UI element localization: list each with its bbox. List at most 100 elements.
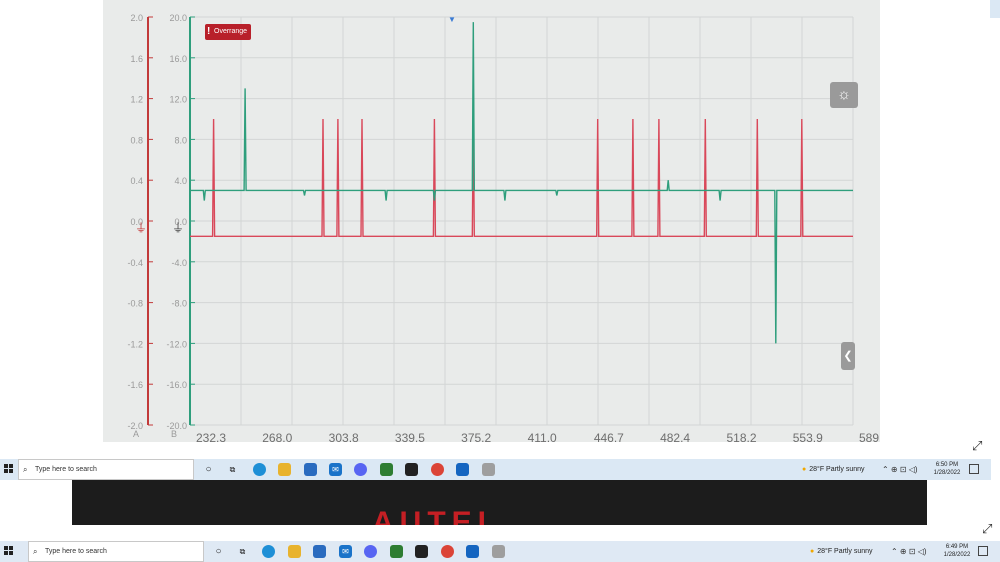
notification-icon[interactable] bbox=[969, 464, 979, 474]
weather-text: 28°F Partly sunny bbox=[809, 466, 865, 473]
axis-a-tick-label: -0.4 bbox=[127, 258, 143, 268]
x-tick-label: 411.0 bbox=[528, 431, 557, 442]
axis-b-tick-label: 4.0 bbox=[174, 176, 187, 186]
channel-b-unit: B bbox=[171, 429, 177, 439]
x-tick-label: 375.2 bbox=[461, 431, 491, 442]
search-placeholder-bottom: Type here to search bbox=[45, 548, 107, 555]
x-tick-label: 589.6 bbox=[859, 431, 880, 442]
cortana-icon[interactable]: ○ bbox=[202, 463, 215, 476]
discord-icon[interactable] bbox=[354, 463, 367, 476]
brightness-settings-button[interactable]: ☼ bbox=[830, 82, 858, 108]
search-input[interactable]: ⌕ Type here to search bbox=[18, 459, 194, 480]
file-explorer-icon[interactable] bbox=[288, 545, 301, 558]
search-icon: ⌕ bbox=[23, 465, 28, 474]
axis-a-tick-label: -1.2 bbox=[127, 339, 143, 349]
axis-b-tick-label: -8.0 bbox=[171, 299, 187, 309]
axis-b-tick-label: -16.0 bbox=[166, 380, 187, 390]
store-icon[interactable] bbox=[313, 545, 326, 558]
taskbar-bottom: ⌕ Type here to search ○ ⧉ ✉ ● 28°F Partly… bbox=[0, 541, 1000, 562]
axis-a-tick-label: 0.4 bbox=[130, 176, 143, 186]
chevron-left-icon: ❮ bbox=[843, 350, 853, 362]
axis-b-tick-label: -12.0 bbox=[166, 339, 187, 349]
axis-a-tick-label: 1.2 bbox=[130, 95, 143, 105]
photos-icon[interactable] bbox=[466, 545, 479, 558]
axis-a-tick-label: 1.6 bbox=[130, 54, 143, 64]
clock-date: 1/28/2022 bbox=[943, 552, 971, 558]
weather-widget[interactable]: ● 28°F Partly sunny bbox=[802, 459, 865, 480]
ground-b-icon: ⏚ bbox=[172, 221, 184, 235]
channel-a-waveform bbox=[190, 118, 853, 237]
x-tick-label: 303.8 bbox=[329, 431, 359, 442]
ground-a-icon: ⏚ bbox=[135, 221, 147, 235]
overrange-label: Overrange bbox=[214, 28, 248, 35]
axis-a-tick-label: 0.8 bbox=[130, 135, 143, 145]
file-explorer-icon[interactable] bbox=[278, 463, 291, 476]
trigger-marker-icon: ▼ bbox=[448, 15, 456, 24]
task-view-icon[interactable]: ⧉ bbox=[226, 463, 239, 476]
windows-start-icon[interactable] bbox=[4, 546, 14, 556]
brightness-settings-icon: ☼ bbox=[837, 86, 851, 103]
brand-logo: AUTEL bbox=[372, 506, 502, 525]
chrome-icon[interactable] bbox=[441, 545, 454, 558]
sun-icon: ● bbox=[802, 466, 807, 473]
axis-b-tick-label: 12.0 bbox=[169, 95, 187, 105]
sun-icon: ● bbox=[810, 548, 815, 555]
photos-icon[interactable] bbox=[456, 463, 469, 476]
app-icon[interactable] bbox=[415, 545, 428, 558]
weather-text: 28°F Partly sunny bbox=[817, 548, 873, 555]
store-icon[interactable] bbox=[304, 463, 317, 476]
clock[interactable]: 6:49 PM 1/28/2022 bbox=[940, 543, 974, 559]
taskbar-top: ⌕ Type here to search ○ ⧉ ✉ ● 28°F Partly… bbox=[0, 459, 991, 480]
expand-diagonal-icon[interactable]: ⤢ bbox=[972, 438, 982, 454]
discord-icon[interactable] bbox=[364, 545, 377, 558]
warning-icon: ! bbox=[207, 26, 211, 37]
axis-a-tick-label: -0.8 bbox=[127, 299, 143, 309]
device-photo-strip: AUTEL bbox=[72, 480, 927, 525]
x-tick-label: 339.5 bbox=[395, 431, 425, 442]
search-input-bottom[interactable]: ⌕ Type here to search bbox=[28, 541, 204, 562]
edge-browser-icon[interactable] bbox=[262, 545, 275, 558]
overrange-badge: ! Overrange bbox=[205, 24, 251, 40]
side-panel-handle[interactable]: ❮ bbox=[841, 342, 855, 370]
x-tick-label: 446.7 bbox=[594, 431, 624, 442]
xbox-icon[interactable] bbox=[380, 463, 393, 476]
pinned-app-icon[interactable] bbox=[482, 463, 495, 476]
xbox-icon[interactable] bbox=[390, 545, 403, 558]
x-tick-label: 232.3 bbox=[196, 431, 226, 442]
axis-a-tick-label: 2.0 bbox=[130, 13, 143, 23]
chrome-icon[interactable] bbox=[431, 463, 444, 476]
clock[interactable]: 6:50 PM 1/28/2022 bbox=[930, 461, 964, 477]
edge-browser-icon[interactable] bbox=[253, 463, 266, 476]
channel-a-unit: A bbox=[133, 429, 139, 439]
x-tick-label: 268.0 bbox=[262, 431, 292, 442]
pinned-app-icon[interactable] bbox=[492, 545, 505, 558]
axis-b-tick-label: 16.0 bbox=[169, 54, 187, 64]
screenshot-page: 2.0 1.6 1.2 0.8 0.4 0.0 -0.4 -0.8 -1.2 -1.6 -2.0 20… bbox=[0, 0, 1000, 562]
oscilloscope-view: 2.0 1.6 1.2 0.8 0.4 0.0 -0.4 -0.8 -1.2 -1.6 -2.0 20… bbox=[103, 0, 880, 442]
system-tray-icons[interactable]: ⌃ ⊕ ⊡ ◁) bbox=[882, 459, 918, 480]
cortana-icon[interactable]: ○ bbox=[212, 545, 225, 558]
x-tick-label: 518.2 bbox=[727, 431, 757, 442]
x-tick-label: 553.9 bbox=[793, 431, 823, 442]
axis-b-tick-label: -4.0 bbox=[171, 258, 187, 268]
mail-icon[interactable]: ✉ bbox=[329, 463, 342, 476]
scope-plot: 2.01.61.20.80.40.0-0.4-0.8-1.2-1.6-2.020… bbox=[127, 13, 880, 442]
search-placeholder: Type here to search bbox=[35, 466, 97, 473]
expand-diagonal-icon-2[interactable]: ⤢ bbox=[982, 521, 992, 537]
windows-start-icon[interactable] bbox=[4, 464, 14, 474]
x-tick-label: 482.4 bbox=[660, 431, 690, 442]
axis-a-tick-label: -1.6 bbox=[127, 380, 143, 390]
search-icon: ⌕ bbox=[33, 547, 38, 556]
app-icon[interactable] bbox=[405, 463, 418, 476]
task-view-icon[interactable]: ⧉ bbox=[236, 545, 249, 558]
axis-b-tick-label: 8.0 bbox=[174, 135, 187, 145]
system-tray-icons[interactable]: ⌃ ⊕ ⊡ ◁) bbox=[891, 541, 927, 562]
clock-time: 6:49 PM bbox=[945, 544, 969, 550]
notification-icon[interactable] bbox=[978, 546, 988, 556]
axis-b-tick-label: 20.0 bbox=[169, 13, 187, 23]
channel-b-waveform bbox=[190, 22, 853, 344]
mail-icon[interactable]: ✉ bbox=[339, 545, 352, 558]
clock-date: 1/28/2022 bbox=[933, 470, 961, 476]
weather-widget[interactable]: ● 28°F Partly sunny bbox=[810, 541, 873, 562]
right-edge-sliver bbox=[990, 0, 1000, 18]
